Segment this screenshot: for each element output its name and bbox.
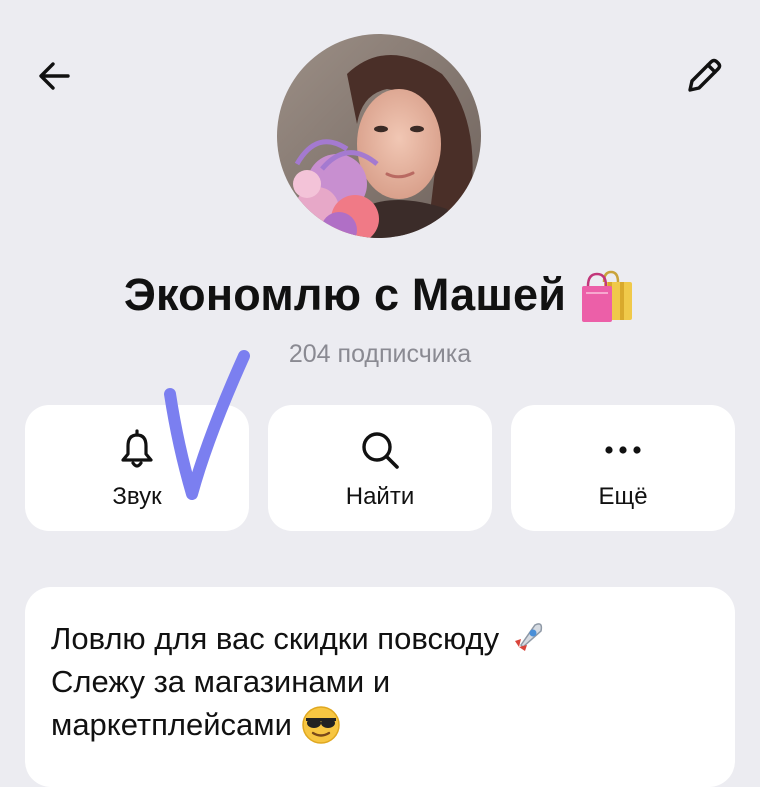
back-button[interactable] — [24, 46, 84, 106]
more-dots-icon — [605, 446, 641, 454]
description-line-1: Ловлю для вас скидки повсюду — [51, 621, 500, 656]
avatar[interactable] — [277, 34, 481, 238]
search-icon — [362, 432, 399, 469]
avatar-photo — [277, 34, 481, 238]
search-button[interactable]: Найти — [268, 405, 492, 531]
sunglasses-face-emoji — [302, 705, 340, 744]
edit-button[interactable] — [674, 46, 734, 106]
bell-icon — [121, 429, 153, 468]
description-card: Ловлю для вас скидки повсюду Слежу за ма… — [25, 587, 735, 787]
sound-button[interactable]: Звук — [25, 405, 249, 531]
pencil-icon — [688, 58, 722, 92]
more-label: Ещё — [598, 483, 648, 510]
more-button[interactable]: Ещё — [511, 405, 735, 531]
search-label: Найти — [345, 483, 415, 510]
shopping-bags-emoji — [582, 270, 633, 322]
sound-label: Звук — [112, 483, 162, 510]
arrow-left-icon — [39, 62, 70, 90]
rocket-emoji — [511, 622, 543, 655]
channel-title: Экономлю с Машей — [123, 269, 567, 320]
description-line-3: маркетплейсами — [51, 707, 292, 742]
description-line-2: Слежу за магазинами и — [51, 664, 391, 699]
subscriber-count: 204 подписчика — [288, 340, 472, 368]
